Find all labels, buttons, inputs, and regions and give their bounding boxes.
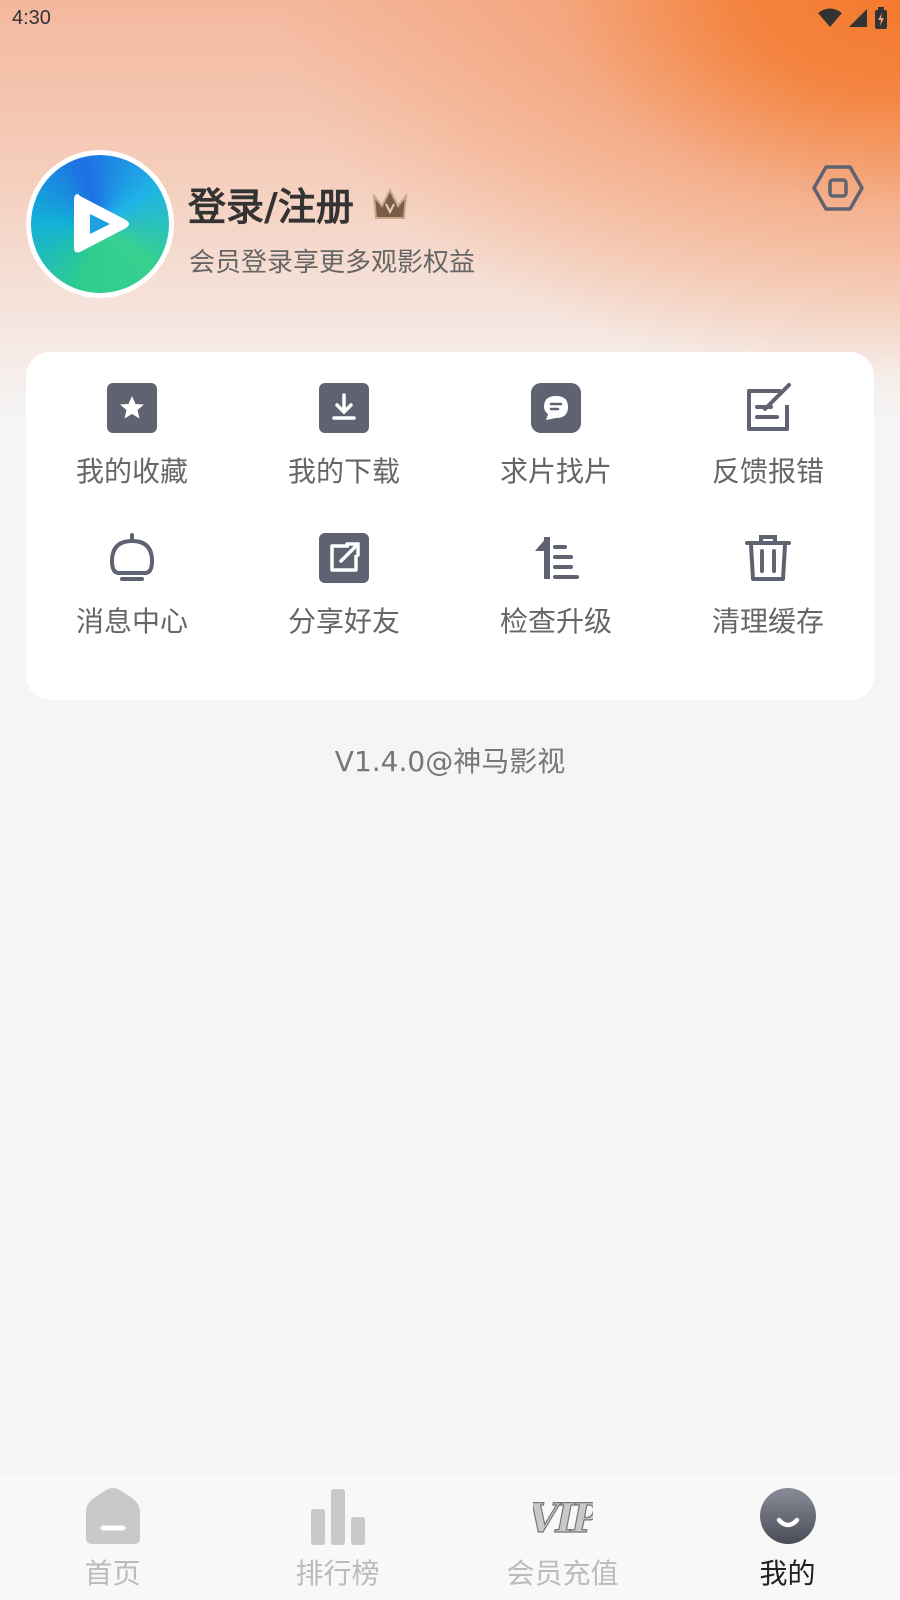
bell-icon — [104, 530, 160, 586]
menu-label: 我的下载 — [287, 455, 400, 488]
menu-label: 我的收藏 — [75, 455, 188, 488]
chat-icon — [528, 380, 584, 436]
version-text: V1.4.0@神马影视 — [334, 745, 566, 778]
menu-label: 消息中心 — [75, 605, 188, 638]
tab-home[interactable]: 首页 — [0, 1474, 225, 1600]
chart-icon — [308, 1486, 368, 1546]
feature-menu: 我的收藏 我的下载 求片找片 反馈报错 消息中心 分享好友 检查升级 清理缓存 — [26, 352, 874, 700]
tab-label: 我的 — [759, 1557, 816, 1590]
battery-icon — [875, 7, 887, 29]
menu-item-share[interactable]: 分享好友 — [238, 530, 450, 680]
menu-item-downloads[interactable]: 我的下载 — [238, 380, 450, 530]
menu-item-upgrade[interactable]: 检查升级 — [450, 530, 662, 680]
menu-label: 求片找片 — [499, 455, 612, 488]
star-icon — [104, 380, 160, 436]
share-icon — [316, 530, 372, 586]
bottom-tab-bar: 首页 排行榜 VIP 会员充值 我的 — [0, 1474, 900, 1600]
menu-label: 分享好友 — [287, 605, 400, 638]
status-bar: 4:30 — [0, 0, 900, 36]
profile-header: 登录/注册 会员登录享更多观影权益 — [26, 150, 874, 300]
edit-icon — [740, 380, 796, 436]
tab-vip[interactable]: VIP 会员充值 — [450, 1474, 675, 1600]
menu-label: 清理缓存 — [711, 605, 824, 638]
download-icon — [316, 380, 372, 436]
signal-icon — [849, 9, 867, 27]
menu-item-favorites[interactable]: 我的收藏 — [26, 380, 238, 530]
trash-icon — [740, 530, 796, 586]
login-title: 登录/注册 — [188, 185, 354, 229]
tab-ranking[interactable]: 排行榜 — [225, 1474, 450, 1600]
app-logo — [31, 155, 169, 293]
play-icon — [74, 194, 129, 253]
svg-text:VIP: VIP — [533, 1495, 593, 1538]
menu-label: 反馈报错 — [711, 455, 824, 488]
login-register-link[interactable]: 登录/注册 — [188, 176, 410, 231]
tab-label: 排行榜 — [295, 1557, 380, 1590]
menu-item-feedback[interactable]: 反馈报错 — [662, 380, 874, 530]
menu-item-messages[interactable]: 消息中心 — [26, 530, 238, 680]
menu-label: 检查升级 — [499, 605, 612, 638]
crown-icon — [372, 187, 408, 219]
status-icons — [818, 7, 888, 29]
avatar[interactable] — [26, 150, 174, 298]
settings-icon — [812, 165, 864, 211]
tab-profile[interactable]: 我的 — [675, 1474, 900, 1600]
vip-icon: VIP — [533, 1486, 593, 1546]
home-icon — [83, 1486, 143, 1546]
menu-item-clear-cache[interactable]: 清理缓存 — [662, 530, 874, 680]
tab-label: 会员充值 — [506, 1557, 619, 1590]
tab-label: 首页 — [84, 1557, 141, 1590]
upgrade-icon — [528, 530, 584, 586]
settings-button[interactable] — [810, 160, 866, 216]
login-subtitle: 会员登录享更多观影权益 — [189, 248, 476, 278]
wifi-icon — [818, 8, 842, 27]
menu-item-request[interactable]: 求片找片 — [450, 380, 662, 530]
status-time: 4:30 — [12, 6, 51, 29]
profile-icon — [758, 1486, 818, 1546]
